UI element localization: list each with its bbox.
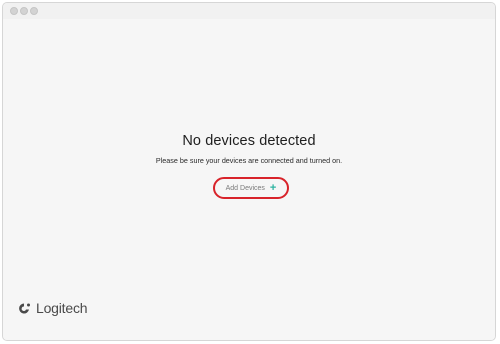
- app-window: No devices detected Please be sure your …: [2, 2, 496, 341]
- zoom-window-button[interactable]: [30, 7, 38, 15]
- close-window-button[interactable]: [10, 7, 18, 15]
- brand-name: Logitech: [36, 300, 88, 316]
- logitech-g-icon: [19, 303, 30, 313]
- highlight-circle: Add Devices +: [213, 177, 289, 199]
- main-content: No devices detected Please be sure your …: [3, 19, 495, 340]
- page-title: No devices detected: [182, 133, 316, 149]
- add-devices-label: Add Devices: [225, 184, 265, 192]
- title-bar: [3, 3, 495, 20]
- add-devices-button[interactable]: Add Devices +: [219, 182, 283, 194]
- minimize-window-button[interactable]: [20, 7, 28, 15]
- plus-icon: +: [269, 181, 277, 194]
- logitech-logo: Logitech: [17, 300, 88, 316]
- status-message: Please be sure your devices are connecte…: [155, 156, 343, 165]
